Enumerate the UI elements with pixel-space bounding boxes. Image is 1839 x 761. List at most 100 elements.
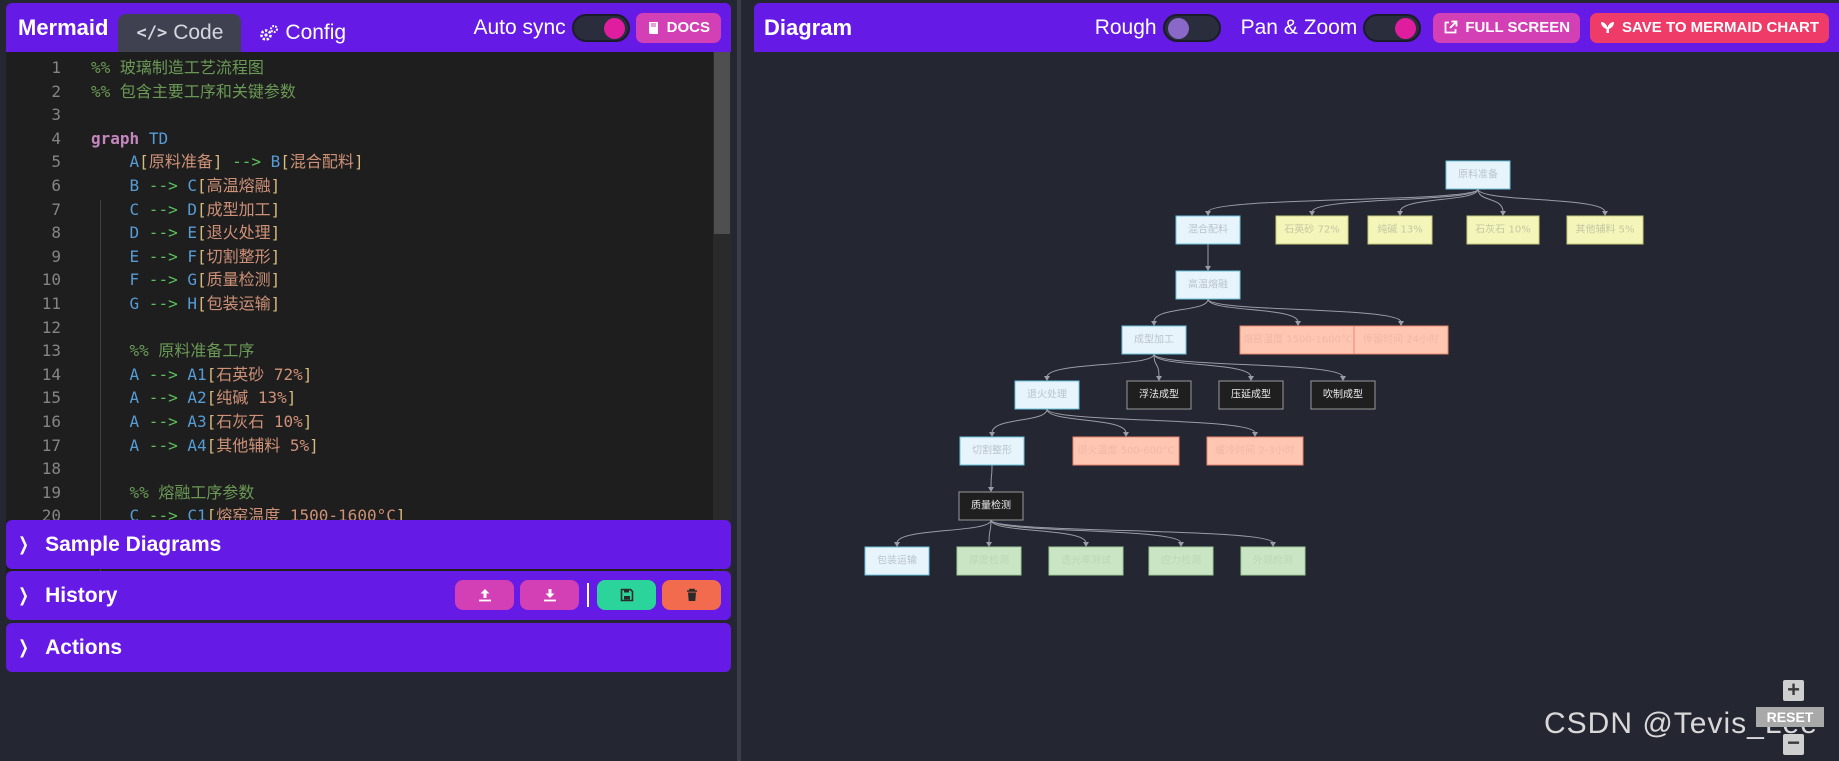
code-token: 原料准备 (148, 152, 213, 172)
code-scrollbar-thumb[interactable] (714, 52, 730, 234)
tab-config[interactable]: Config (241, 14, 364, 52)
auto-sync-toggle[interactable] (571, 13, 630, 42)
code-token: E (129, 246, 140, 266)
flow-node: 原料准备 (1445, 160, 1511, 190)
diagram-canvas[interactable]: 原料准备 混合配料 石英砂 72% 纯碱 13% 石灰石 10% 其他辅料 5% 高温熔融成… (754, 52, 1839, 761)
code-line: 9 E --> F[切割整形] (6, 245, 280, 269)
code-token: ] (270, 294, 281, 313)
flow-node: 石灰石 10% (1466, 215, 1540, 245)
flow-arrowhead (988, 487, 994, 492)
code-token: --> (139, 435, 188, 455)
flow-node: 透光率测试 (1048, 546, 1124, 576)
code-token: [ (196, 246, 207, 266)
code-line: 4 graph TD (6, 127, 168, 151)
code-token: [ (206, 388, 217, 408)
flow-node-label: 石灰石 10% (1475, 223, 1530, 236)
upload-icon (478, 589, 491, 602)
line-number: 6 (51, 176, 61, 195)
flow-edge (990, 519, 1274, 544)
sample-diagrams-section[interactable]: ❯ Sample Diagrams (6, 520, 731, 569)
save-to-mermaid-chart-button[interactable]: SAVE TO MERMAID CHART (1590, 12, 1829, 43)
flow-edge (1399, 188, 1479, 213)
zoom-out-button[interactable]: − (1783, 732, 1804, 755)
code-token: [ (196, 294, 207, 313)
code-token: A (129, 388, 140, 408)
code-token: F (187, 246, 197, 266)
flow-arrowhead (1602, 211, 1608, 216)
code-token: --> (139, 176, 188, 195)
flow-edge (1207, 298, 1299, 323)
code-token: [ (139, 152, 149, 172)
line-number: 10 (41, 270, 61, 290)
code-token: A (129, 412, 140, 431)
code-token: ] (270, 246, 281, 266)
download-icon (543, 589, 556, 602)
pan-zoom-toggle[interactable] (1363, 13, 1422, 42)
flow-arrowhead (1083, 542, 1089, 547)
line-number: 14 (41, 364, 61, 384)
full-screen-button[interactable]: FULL SCREEN (1433, 12, 1581, 43)
rough-toggle[interactable] (1162, 13, 1221, 42)
flow-node: 退火处理 (1014, 380, 1080, 410)
code-token: [ (280, 152, 290, 172)
code-token: [ (196, 270, 207, 290)
rough-label: Rough (1094, 15, 1157, 39)
code-token: A (129, 435, 140, 455)
flow-node-label: 厚度检测 (969, 554, 1009, 567)
code-token: --> (139, 246, 188, 266)
tab-code[interactable]: </> Code (118, 14, 242, 52)
code-token: H (187, 294, 197, 313)
reset-zoom-button[interactable]: RESET (1756, 707, 1824, 727)
actions-section[interactable]: ❯ Actions (6, 623, 731, 672)
docs-label: DOCS (666, 19, 710, 36)
zoom-in-button[interactable]: + (1783, 679, 1804, 701)
line-number: 11 (41, 294, 61, 313)
upload-button[interactable] (455, 580, 514, 610)
flow-node-label: 石英砂 72% (1284, 223, 1339, 236)
clear-history-button[interactable] (662, 580, 721, 610)
docs-button[interactable]: DOCS (635, 12, 721, 43)
line-number: 2 (51, 81, 61, 101)
chevron-right-icon: ❯ (18, 534, 29, 555)
code-token: 其他辅料 5% (216, 435, 310, 455)
flow-node: 石英砂 72% (1275, 215, 1349, 245)
save-history-button[interactable] (597, 580, 656, 610)
code-token: --> (139, 412, 188, 431)
code-token: [ (196, 223, 207, 243)
history-section[interactable]: ❯ History (6, 571, 731, 620)
flow-edge (1153, 353, 1252, 378)
flow-edge (1153, 298, 1209, 323)
code-line: 5 A[原料准备] --> B[混合配料] (6, 150, 363, 174)
download-button[interactable] (520, 580, 579, 610)
code-line: 12 (6, 316, 91, 340)
line-number: 18 (41, 459, 61, 479)
flow-edge (1207, 298, 1402, 323)
code-token: A (129, 152, 140, 172)
actions-label: Actions (45, 635, 123, 659)
code-token: %% 熔融工序参数 (129, 482, 255, 502)
code-line: 15 A --> A2[纯碱 13%] (6, 386, 297, 410)
code-token: 石英砂 72% (216, 364, 303, 384)
flow-node: 应力检测 (1148, 546, 1214, 576)
tab-config-label: Config (285, 21, 347, 44)
code-token: 退火处理 (206, 223, 271, 243)
panel-resize-handle[interactable] (737, 0, 741, 761)
code-token: A3 (187, 412, 207, 431)
code-token: [ (196, 199, 207, 219)
flow-node: 高温熔融 (1175, 270, 1241, 300)
code-token: [ (206, 412, 217, 431)
flow-node: 成型加工 (1121, 325, 1187, 355)
flow-node-label: 应力检测 (1161, 554, 1201, 567)
code-token: --> (222, 152, 271, 172)
flow-edge (988, 519, 992, 544)
history-label: History (45, 583, 118, 607)
flow-node: 浮法成型 (1126, 380, 1192, 410)
code-token: ] (270, 270, 281, 290)
trash-icon (686, 588, 697, 601)
flow-edge (896, 519, 992, 544)
